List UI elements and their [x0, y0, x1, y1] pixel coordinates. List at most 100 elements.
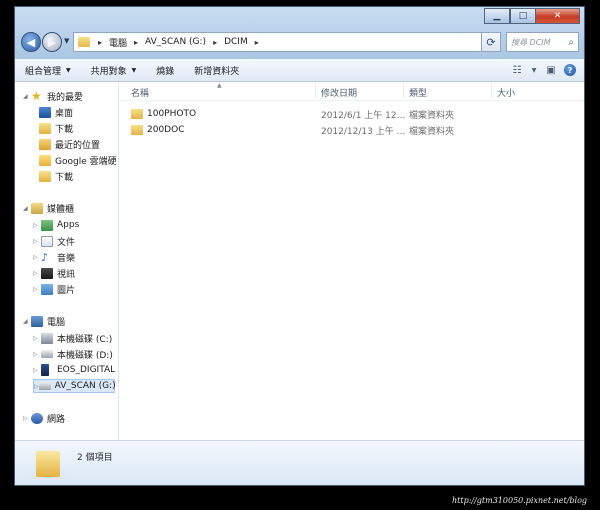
organize-button[interactable]: 組合管理 ▼ [15, 64, 81, 77]
column-divider[interactable] [491, 84, 492, 98]
burn-button[interactable]: 燒錄 [146, 64, 184, 77]
breadcrumb-arrow-icon[interactable]: ▸ [94, 38, 106, 47]
chevron-down-icon: ▼ [66, 66, 71, 74]
breadcrumb-arrow-icon[interactable]: ▸ [130, 38, 142, 47]
file-name-cell: 200DOC [131, 125, 184, 135]
navigation-pane[interactable]: ◢ ★ 我的最愛 桌面 下載 最近的位置 Google 雲端硬 下載 ◢ 媒體櫃… [15, 82, 119, 441]
share-with-button[interactable]: 共用對象 ▼ [81, 64, 147, 77]
breadcrumb-dcim[interactable]: DCIM [221, 37, 251, 47]
star-icon: ★ [31, 89, 42, 103]
file-modified: 2012/12/13 上午 ... [321, 126, 406, 137]
column-type[interactable]: 類型 [409, 86, 427, 99]
refresh-icon: ⟳ [486, 35, 496, 49]
nav-libraries-label: 媒體櫃 [47, 205, 75, 215]
breadcrumb-drive[interactable]: AV_SCAN (G:) [142, 37, 209, 47]
nav-item-drive-d[interactable]: ▷ 本機磁碟 (D:) [33, 347, 113, 361]
column-divider[interactable] [403, 84, 404, 98]
collapse-icon[interactable]: ◢ [23, 205, 31, 212]
breadcrumb-computer[interactable]: 電腦 [106, 36, 130, 49]
folder-icon [131, 109, 143, 119]
expand-icon[interactable]: ▷ [34, 383, 39, 390]
nav-item-videos[interactable]: ▷ 視訊 [33, 266, 75, 280]
nav-item-pictures[interactable]: ▷ 圖片 [33, 282, 75, 296]
recent-places-icon [39, 138, 51, 150]
new-folder-button[interactable]: 新增資料夾 [184, 64, 249, 77]
nav-item-label: 下載 [55, 124, 74, 135]
table-row[interactable]: 200DOC 2012/12/13 上午 ... 檔案資料夾 [119, 122, 584, 138]
burn-label: 燒錄 [156, 66, 175, 77]
help-icon[interactable]: ? [564, 64, 576, 76]
expand-icon[interactable]: ▷ [33, 222, 41, 229]
view-dropdown-icon[interactable]: ▼ [530, 63, 538, 77]
column-headers: ▲ 名稱 修改日期 類型 大小 [119, 82, 584, 101]
file-name-cell: 100PHOTO [131, 109, 196, 119]
expand-icon[interactable]: ▷ [33, 351, 41, 358]
nav-item-desktop[interactable]: 桌面 [39, 105, 73, 119]
nav-item-label: Google 雲端硬 [55, 156, 117, 167]
file-name: 100PHOTO [147, 109, 197, 119]
history-dropdown-icon[interactable]: ▼ [64, 37, 69, 45]
library-icon [31, 203, 43, 214]
nav-item-eos-digital[interactable]: ▷ EOS_DIGITAL ( [33, 363, 118, 377]
title-bar: ▁ □ ✕ ◀ ▶ ▼ ▸ 電腦 ▸ AV_SCAN (G:) ▸ DCIM ▸… [15, 7, 584, 59]
table-row[interactable]: 100PHOTO 2012/6/1 上午 12... 檔案資料夾 [119, 106, 584, 122]
breadcrumb-arrow-icon[interactable]: ▸ [251, 38, 263, 47]
new-folder-label: 新增資料夾 [194, 66, 240, 77]
nav-item-drive-c[interactable]: ▷ 本機磁碟 (C:) [33, 331, 112, 345]
search-icon[interactable]: ⌕ [568, 37, 574, 48]
share-label: 共用對象 [90, 66, 127, 77]
expand-icon[interactable]: ▷ [33, 238, 41, 245]
nav-computer[interactable]: ◢ 電腦 [23, 315, 65, 328]
chevron-down-icon: ▼ [131, 66, 137, 74]
organize-label: 組合管理 [25, 66, 62, 77]
nav-item-music[interactable]: ▷ ♪ 音樂 [33, 250, 75, 264]
window-controls: ▁ □ ✕ [484, 8, 580, 24]
nav-item-documents[interactable]: ▷ 文件 [33, 234, 75, 248]
maximize-button[interactable]: □ [510, 8, 536, 24]
nav-favorites[interactable]: ◢ ★ 我的最愛 [23, 90, 83, 103]
forward-arrow-icon: ▶ [47, 35, 57, 49]
expand-icon[interactable]: ▷ [33, 254, 41, 261]
nav-computer-label: 電腦 [47, 318, 66, 328]
folder-icon [131, 125, 143, 135]
search-input[interactable]: 搜尋 DCIM ⌕ [506, 32, 579, 52]
expand-icon[interactable]: ▷ [33, 270, 41, 277]
breadcrumb-arrow-icon[interactable]: ▸ [209, 38, 221, 47]
file-list[interactable]: ▲ 名稱 修改日期 類型 大小 100PHOTO 2012/6/1 上午 12.… [119, 82, 584, 441]
nav-item-av-scan[interactable]: ▷ AV_SCAN (G:) [33, 379, 116, 393]
forward-button[interactable]: ▶ [42, 32, 62, 52]
column-size[interactable]: 大小 [497, 86, 515, 99]
search-placeholder: 搜尋 DCIM [511, 37, 551, 47]
nav-item-downloads[interactable]: 下載 [39, 121, 73, 135]
file-type: 檔案資料夾 [409, 126, 455, 137]
expand-icon[interactable]: ▷ [33, 367, 41, 374]
back-button[interactable]: ◀ [21, 32, 41, 52]
refresh-button[interactable]: ⟳ [481, 32, 501, 52]
address-bar[interactable]: ▸ 電腦 ▸ AV_SCAN (G:) ▸ DCIM ▸ ▼ [73, 32, 501, 52]
expand-icon[interactable]: ▷ [33, 335, 41, 342]
nav-item-apps[interactable]: ▷ Apps [33, 218, 79, 232]
close-button[interactable]: ✕ [536, 8, 580, 24]
collapse-icon[interactable]: ◢ [23, 93, 31, 100]
nav-network[interactable]: ▷ 網路 [23, 412, 65, 425]
nav-item-label: 視訊 [57, 269, 76, 280]
nav-item-label: 下載 [55, 172, 74, 183]
column-modified[interactable]: 修改日期 [321, 86, 357, 99]
view-options-icon[interactable]: ☷ [510, 63, 524, 77]
minimize-button[interactable]: ▁ [484, 8, 510, 24]
music-icon: ♪ [41, 250, 49, 264]
item-count: 2 個項目 [77, 453, 113, 463]
column-name[interactable]: 名稱 [131, 86, 149, 99]
nav-item-google-drive[interactable]: Google 雲端硬 [39, 153, 117, 167]
nav-item-recent-places[interactable]: 最近的位置 [39, 137, 100, 151]
expand-icon[interactable]: ▷ [23, 415, 31, 422]
nav-libraries[interactable]: ◢ 媒體櫃 [23, 202, 74, 215]
nav-item-label: 音樂 [57, 253, 76, 264]
preview-pane-icon[interactable]: ▣ [544, 63, 558, 77]
collapse-icon[interactable]: ◢ [23, 318, 31, 325]
column-divider[interactable] [315, 84, 316, 98]
nav-item-downloads-2[interactable]: 下載 [39, 169, 73, 183]
expand-icon[interactable]: ▷ [33, 286, 41, 293]
video-icon [41, 267, 53, 279]
pictures-icon [41, 283, 53, 295]
